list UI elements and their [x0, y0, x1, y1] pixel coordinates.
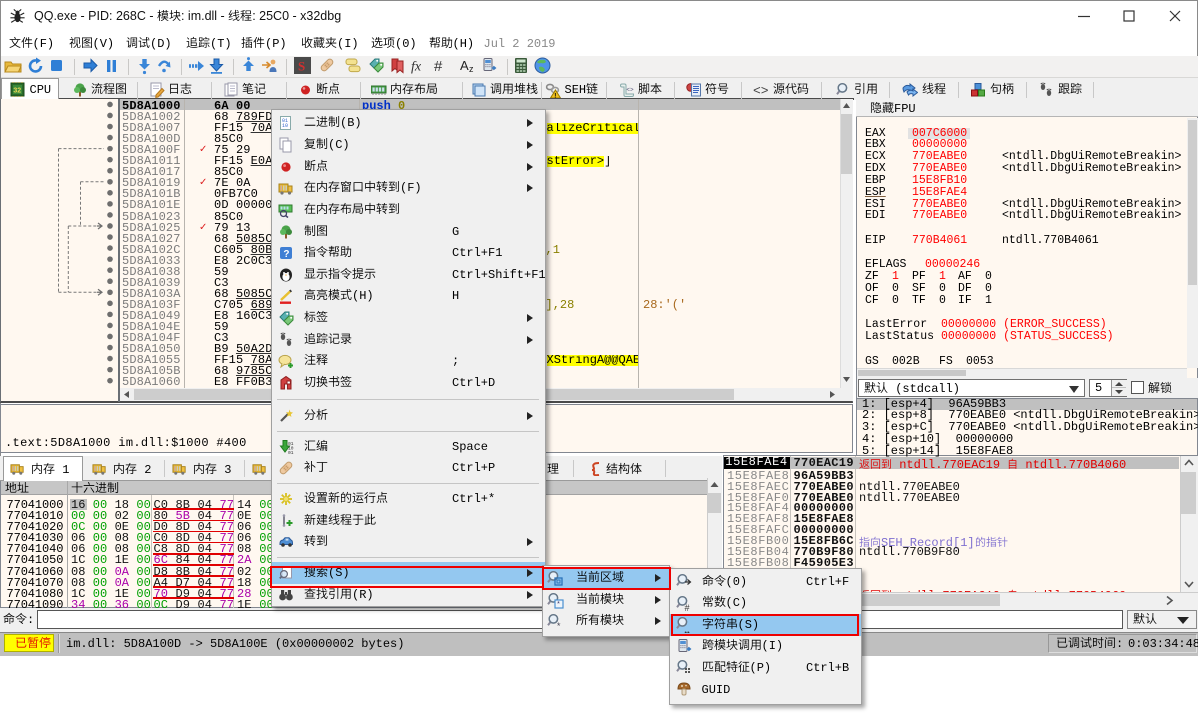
svg-text:#: # — [434, 58, 443, 75]
svg-text:10: 10 — [282, 123, 288, 129]
svg-text:z: z — [469, 64, 474, 74]
svg-text:01: 01 — [288, 450, 294, 455]
svg-text:#: # — [684, 603, 689, 612]
svg-text:S: S — [298, 58, 305, 73]
svg-text:?: ? — [283, 249, 289, 260]
svg-text:*: * — [556, 622, 561, 630]
svg-text:A: A — [460, 58, 469, 73]
svg-text:*: * — [556, 601, 560, 608]
svg-text:<>: <> — [626, 86, 634, 93]
svg-text:<>: <> — [753, 83, 769, 98]
svg-text:!: ! — [554, 92, 556, 97]
svg-text:fx: fx — [411, 59, 422, 74]
